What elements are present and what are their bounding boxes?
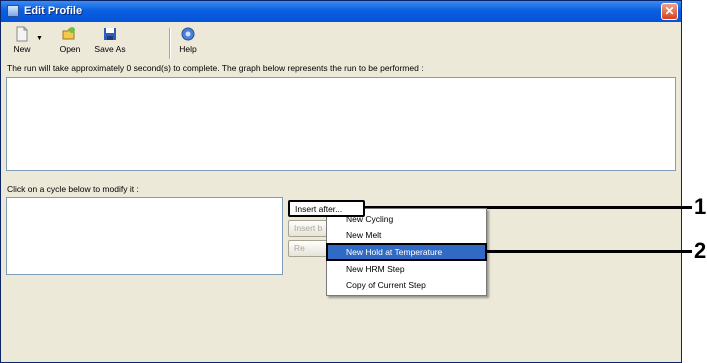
menu-item-copy-current-step[interactable]: Copy of Current Step: [328, 278, 485, 292]
edit-profile-window: Edit Profile ✕ New ▼ Open Save As Help T…: [0, 0, 682, 363]
help-button[interactable]: Help: [175, 25, 201, 63]
menu-item-new-hrm-step[interactable]: New HRM Step: [328, 262, 485, 276]
title-bar[interactable]: Edit Profile ✕: [1, 1, 681, 22]
toolbar: New ▼ Open Save As Help: [9, 25, 679, 63]
new-document-icon: [16, 26, 28, 42]
insert-after-button[interactable]: Insert after...: [288, 200, 365, 217]
new-dropdown-arrow-icon[interactable]: ▼: [36, 35, 43, 42]
close-button[interactable]: ✕: [661, 3, 678, 20]
close-icon: ✕: [664, 4, 675, 18]
save-as-button-label: Save As: [94, 44, 126, 54]
new-button-label: New: [13, 44, 31, 54]
profile-app-icon: [7, 5, 19, 17]
callout-number-2: 2: [694, 238, 707, 263]
open-button[interactable]: Open: [55, 25, 85, 63]
run-duration-text: The run will take approximately 0 second…: [7, 63, 424, 73]
menu-item-new-hold-at-temperature[interactable]: New Hold at Temperature: [326, 243, 487, 261]
save-as-button[interactable]: Save As: [91, 25, 129, 63]
callout-line-2: [486, 250, 692, 253]
callout-number-1: 1: [694, 194, 707, 219]
menu-item-new-melt[interactable]: New Melt: [328, 228, 485, 242]
help-button-label: Help: [179, 44, 197, 54]
cycle-list[interactable]: [6, 197, 283, 275]
window-title: Edit Profile: [24, 5, 83, 17]
open-folder-icon: [62, 27, 75, 40]
insert-context-menu: New Cycling New Melt New Hold at Tempera…: [326, 208, 487, 296]
help-icon: [181, 27, 195, 41]
cycle-prompt-label: Click on a cycle below to modify it :: [7, 184, 139, 194]
new-button[interactable]: New: [9, 25, 35, 63]
run-graph-panel: [6, 77, 676, 171]
toolbar-separator: [169, 28, 171, 59]
floppy-disk-icon: [104, 28, 116, 40]
open-button-label: Open: [59, 44, 81, 54]
